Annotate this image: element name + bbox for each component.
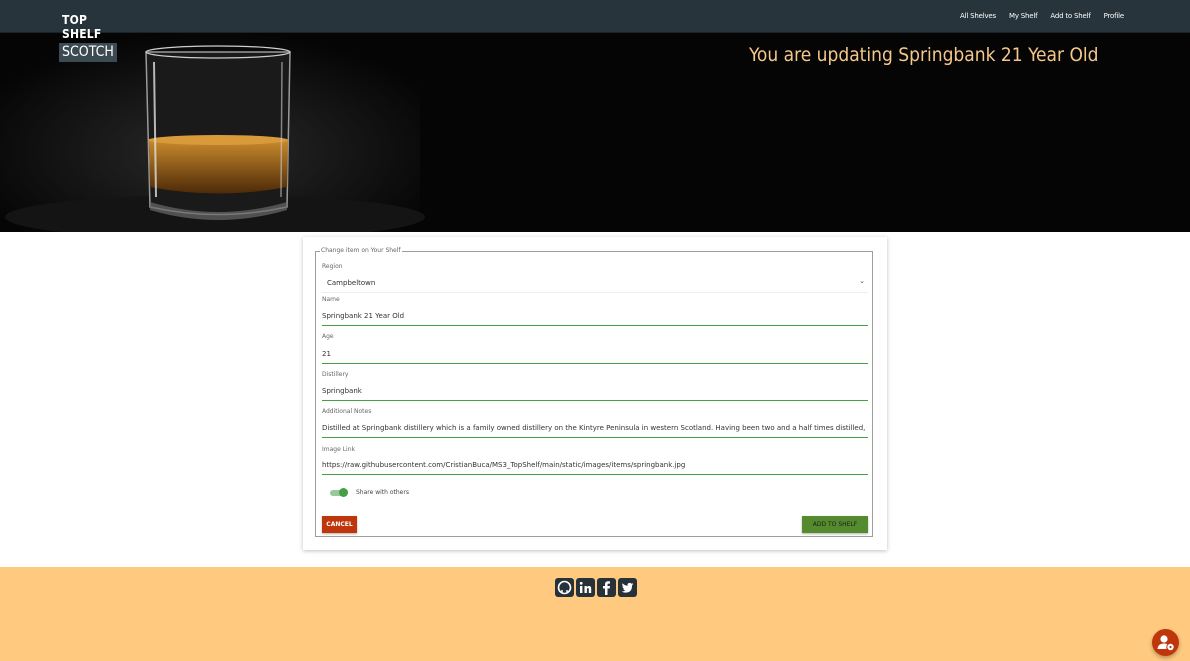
age-label: Age xyxy=(322,333,334,340)
region-select[interactable]: Campbeltown ⌄ xyxy=(322,273,868,293)
image-link-input[interactable]: https://raw.githubusercontent.com/Cristi… xyxy=(322,455,868,475)
region-value: Campbeltown xyxy=(327,279,376,287)
nav-profile[interactable]: Profile xyxy=(1104,12,1125,20)
nav-all-shelves[interactable]: All Shelves xyxy=(960,12,996,20)
brand-line-2: SCOTCH xyxy=(59,43,117,62)
cancel-button[interactable]: CANCEL xyxy=(322,516,357,533)
brand-logo[interactable]: TOP SHELF SCOTCH xyxy=(59,13,117,62)
add-to-shelf-button[interactable]: ADD TO SHELF xyxy=(802,516,868,533)
share-label: Share with others xyxy=(356,489,409,496)
share-toggle[interactable] xyxy=(330,488,348,497)
page-title: You are updating Springbank 21 Year Old xyxy=(749,44,1099,66)
toggle-knob xyxy=(339,488,348,497)
user-settings-icon xyxy=(1157,635,1174,651)
brand-line-1: TOP SHELF xyxy=(62,13,102,41)
image-link-label: Image Link xyxy=(322,446,355,453)
github-icon[interactable] xyxy=(555,578,574,597)
distillery-input[interactable]: Springbank xyxy=(322,381,868,401)
name-input[interactable]: Springbank 21 Year Old xyxy=(322,306,868,326)
notes-input[interactable]: Distilled at Springbank distillery which… xyxy=(322,418,868,438)
name-label: Name xyxy=(322,296,340,303)
social-links xyxy=(555,578,637,597)
user-settings-button[interactable] xyxy=(1152,629,1179,656)
linkedin-icon[interactable] xyxy=(576,578,595,597)
notes-label: Additional Notes xyxy=(322,408,372,415)
region-label: Region xyxy=(322,263,343,270)
nav-my-shelf[interactable]: My Shelf xyxy=(1009,12,1038,20)
nav-add-to-shelf[interactable]: Add to Shelf xyxy=(1050,12,1090,20)
facebook-icon[interactable] xyxy=(597,578,616,597)
hero-banner: You are updating Springbank 21 Year Old xyxy=(0,32,1190,232)
chevron-down-icon: ⌄ xyxy=(859,278,865,285)
distillery-label: Distillery xyxy=(322,371,349,378)
fieldset-legend: Change item on Your Shelf xyxy=(320,247,402,254)
twitter-icon[interactable] xyxy=(618,578,637,597)
nav-links: All Shelves My Shelf Add to Shelf Profil… xyxy=(960,12,1124,20)
age-input[interactable]: 21 xyxy=(322,344,868,364)
navbar: TOP SHELF SCOTCH All Shelves My Shelf Ad… xyxy=(0,0,1190,62)
